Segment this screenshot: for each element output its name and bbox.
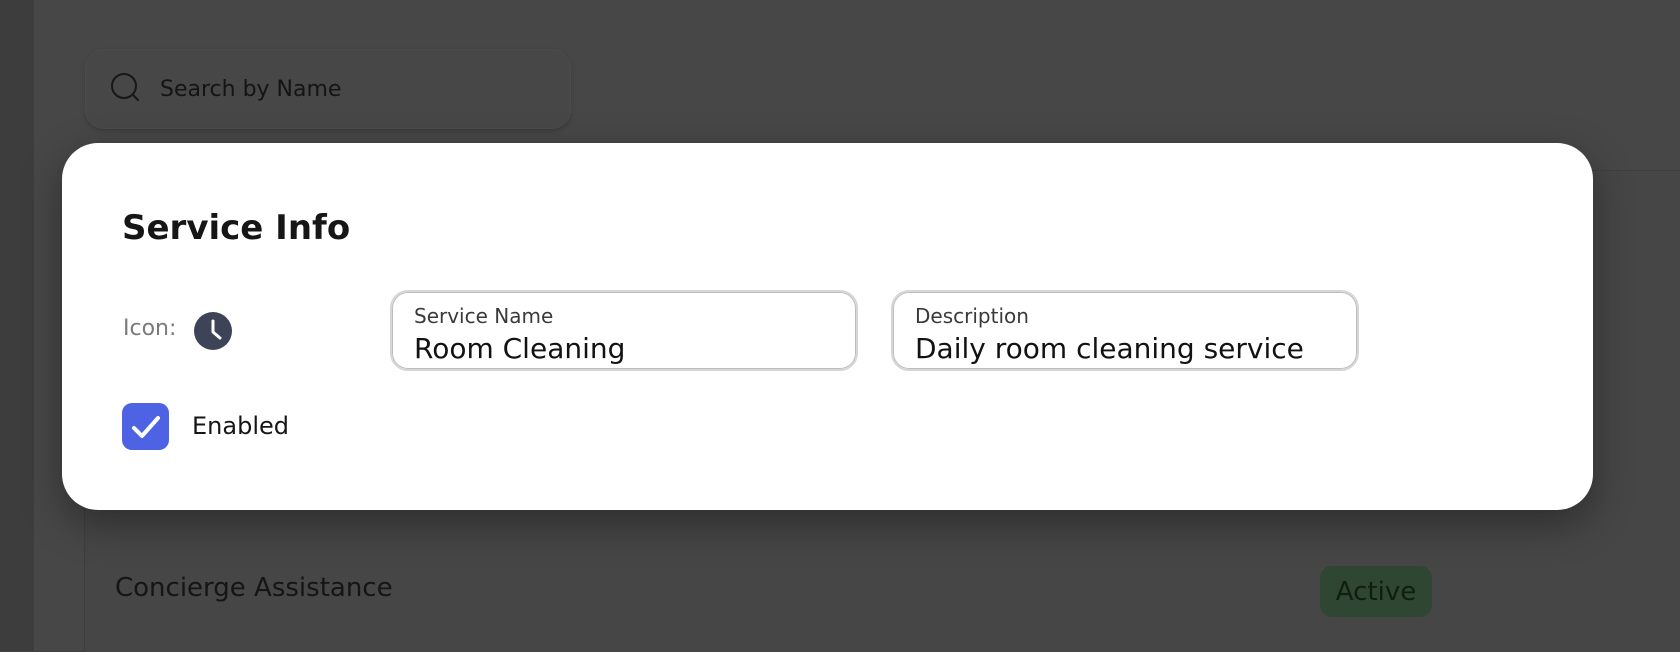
service-name-input[interactable]: [414, 330, 844, 366]
search-box[interactable]: [86, 50, 570, 128]
backdrop-left-strip: [0, 0, 34, 651]
description-field[interactable]: Description: [891, 290, 1359, 371]
status-badge: Active: [1320, 566, 1432, 617]
service-info-modal: Service Info Icon: Service Name Descript…: [62, 143, 1593, 510]
service-name-field[interactable]: Service Name: [390, 290, 858, 371]
description-input[interactable]: [915, 330, 1345, 366]
service-name-label: Service Name: [414, 304, 554, 328]
search-input[interactable]: [160, 72, 540, 106]
icon-label: Icon:: [123, 316, 177, 341]
search-icon: [111, 73, 139, 101]
enabled-label: Enabled: [192, 412, 289, 440]
enabled-checkbox[interactable]: [122, 403, 169, 450]
table-row-name: Concierge Assistance: [115, 573, 393, 603]
clock-icon[interactable]: [193, 311, 233, 351]
modal-title: Service Info: [122, 208, 351, 248]
checkmark-icon: [131, 415, 160, 438]
description-label: Description: [915, 304, 1029, 328]
